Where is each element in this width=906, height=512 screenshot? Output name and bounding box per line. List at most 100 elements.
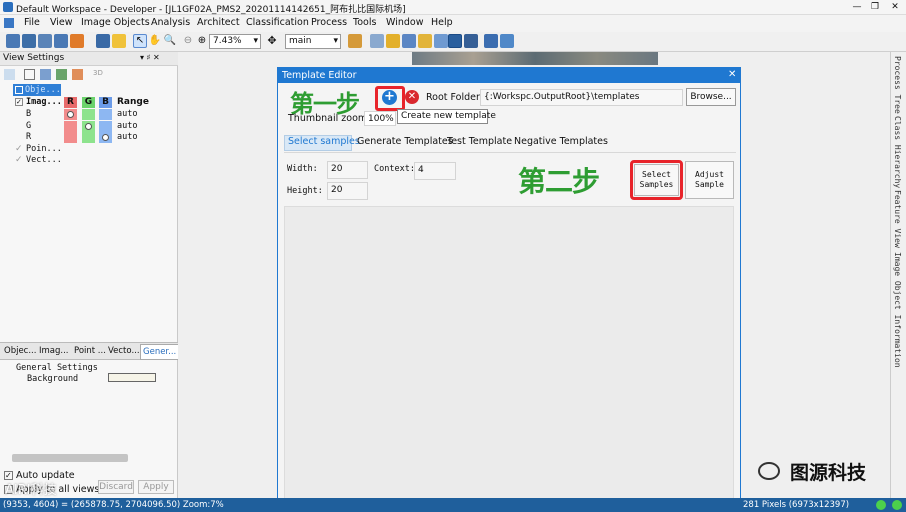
- root-folder-field[interactable]: {:Workspc.OutputRoot}\templates: [480, 89, 683, 106]
- dialog-close-button[interactable]: ✕: [728, 69, 736, 80]
- band-g-b-cell[interactable]: [99, 121, 112, 132]
- app-menu-icon[interactable]: [4, 18, 14, 28]
- menu-architect[interactable]: Architect: [197, 17, 240, 28]
- minimize-button[interactable]: —: [848, 1, 866, 13]
- pan-center-icon[interactable]: ✥: [265, 34, 279, 48]
- view-value: main: [289, 36, 312, 46]
- new-workspace-icon[interactable]: [22, 34, 36, 48]
- tab-image[interactable]: Imag...: [39, 346, 69, 356]
- tab-general[interactable]: Gener...: [140, 344, 180, 360]
- cursor-icon[interactable]: ↖: [133, 34, 147, 48]
- thumbnail-zoom-field[interactable]: 100%: [364, 111, 396, 126]
- background-color-swatch[interactable]: [108, 373, 156, 382]
- zoom-out-icon[interactable]: ⊖: [181, 34, 195, 48]
- vectors-layer-label: Vect...: [26, 155, 62, 165]
- dock-image-object-information[interactable]: Image Object Information: [893, 252, 902, 368]
- search-icon[interactable]: [464, 34, 478, 48]
- menu-help[interactable]: Help: [431, 17, 453, 28]
- menu-view[interactable]: View: [50, 17, 73, 28]
- grid-icon[interactable]: [484, 34, 498, 48]
- pixel-icon[interactable]: [72, 69, 83, 80]
- band-b-g-cell[interactable]: [82, 109, 95, 120]
- tab-negative-templates[interactable]: Negative Templates: [514, 136, 608, 147]
- samples-area[interactable]: [284, 206, 734, 506]
- menu-window[interactable]: Window: [386, 17, 423, 28]
- band-g-r-cell[interactable]: [64, 121, 77, 132]
- height-field[interactable]: 20: [327, 182, 368, 200]
- add-template-icon[interactable]: +: [382, 90, 397, 105]
- apply-button[interactable]: Apply: [138, 480, 174, 494]
- select-samples-button[interactable]: Select Samples: [634, 164, 679, 196]
- vectors-check-icon[interactable]: ✓: [15, 155, 23, 165]
- view-icon[interactable]: [448, 34, 462, 48]
- band-r-g-cell[interactable]: [82, 132, 95, 143]
- delete-template-icon[interactable]: ✕: [405, 90, 419, 104]
- tab-objects[interactable]: Objec...: [4, 346, 36, 356]
- image-checkbox[interactable]: ✓: [15, 98, 23, 106]
- menu-tools[interactable]: Tools: [353, 17, 376, 28]
- satellite-image[interactable]: [412, 52, 658, 65]
- band-g-label: G: [26, 121, 32, 131]
- layers-icon[interactable]: [112, 34, 126, 48]
- band-g-g-cell[interactable]: [82, 121, 95, 132]
- band-b-r-cell[interactable]: [64, 109, 77, 120]
- class-icon[interactable]: [56, 69, 67, 80]
- chevron-down-icon: ▾: [253, 36, 258, 46]
- width-field[interactable]: 20: [327, 161, 368, 179]
- dock-process-tree[interactable]: Process Tree: [893, 56, 902, 114]
- band-g-range: auto: [117, 121, 138, 131]
- classify-icon[interactable]: [386, 34, 400, 48]
- band-r-r-cell[interactable]: [64, 132, 77, 143]
- tab-vector[interactable]: Vecto...: [108, 346, 140, 356]
- open-workspace-icon[interactable]: [6, 34, 20, 48]
- sample-icon[interactable]: [434, 34, 448, 48]
- view-combo[interactable]: main ▾: [285, 34, 341, 49]
- discard-button[interactable]: Discard: [98, 480, 134, 494]
- menu-file[interactable]: File: [24, 17, 40, 28]
- adjust-sample-button[interactable]: Adjust Sample: [685, 161, 734, 199]
- height-label: Height:: [287, 186, 323, 196]
- tab-test-template[interactable]: Test Template: [447, 136, 512, 147]
- create-template-tooltip: Create new template: [397, 109, 496, 124]
- g-header: G: [82, 97, 95, 108]
- export-icon[interactable]: [70, 34, 84, 48]
- dock-feature-view[interactable]: Feature View: [893, 190, 902, 248]
- dock-class-hierarchy[interactable]: Class Hierarchy: [893, 116, 902, 188]
- objects-checkbox[interactable]: [15, 86, 23, 94]
- glasses-icon[interactable]: [418, 34, 432, 48]
- edit-icon[interactable]: [402, 34, 416, 48]
- menu-image-objects[interactable]: Image Objects: [81, 17, 150, 28]
- menu-classification[interactable]: Classification: [246, 17, 309, 28]
- horizontal-scrollbar[interactable]: [12, 454, 128, 462]
- import-icon[interactable]: [54, 34, 68, 48]
- context-field[interactable]: 4: [414, 162, 456, 180]
- list-icon[interactable]: [370, 34, 384, 48]
- zoom-in-icon[interactable]: ⊕: [195, 34, 209, 48]
- title-bar: Default Workspace - Developer - [JL1GF02…: [0, 0, 906, 15]
- menu-analysis[interactable]: Analysis: [151, 17, 190, 28]
- close-button[interactable]: ✕: [886, 1, 904, 13]
- tab-select-samples[interactable]: Select samples: [288, 136, 360, 147]
- project-icon[interactable]: [96, 34, 110, 48]
- panel-pin-controls[interactable]: ▾ ♯ ✕: [140, 53, 160, 62]
- layer-icon[interactable]: [24, 69, 35, 80]
- menu-process[interactable]: Process: [311, 17, 347, 28]
- points-layer-label: Poin...: [26, 144, 62, 154]
- settings-icon[interactable]: [500, 34, 514, 48]
- zoom-tool-icon[interactable]: 🔍: [163, 34, 177, 48]
- tab-generate-templates[interactable]: Generate Templates: [357, 136, 453, 147]
- remove-layer-icon[interactable]: [4, 69, 15, 80]
- layout-icon[interactable]: [348, 34, 362, 48]
- pan-hand-icon[interactable]: ✋: [148, 34, 162, 48]
- tab-point[interactable]: Point ...: [74, 346, 106, 356]
- band-r-b-cell[interactable]: [99, 132, 112, 143]
- outline-icon[interactable]: [40, 69, 51, 80]
- save-workspace-icon[interactable]: [38, 34, 52, 48]
- points-check-icon[interactable]: ✓: [15, 144, 23, 154]
- restore-button[interactable]: ❐: [866, 1, 884, 13]
- browse-button[interactable]: Browse...: [686, 88, 736, 106]
- objects-label: Obje...: [25, 85, 61, 95]
- band-b-b-cell[interactable]: [99, 109, 112, 120]
- zoom-combo[interactable]: 7.43% ▾: [209, 34, 261, 49]
- 3d-button[interactable]: 3D: [93, 69, 103, 77]
